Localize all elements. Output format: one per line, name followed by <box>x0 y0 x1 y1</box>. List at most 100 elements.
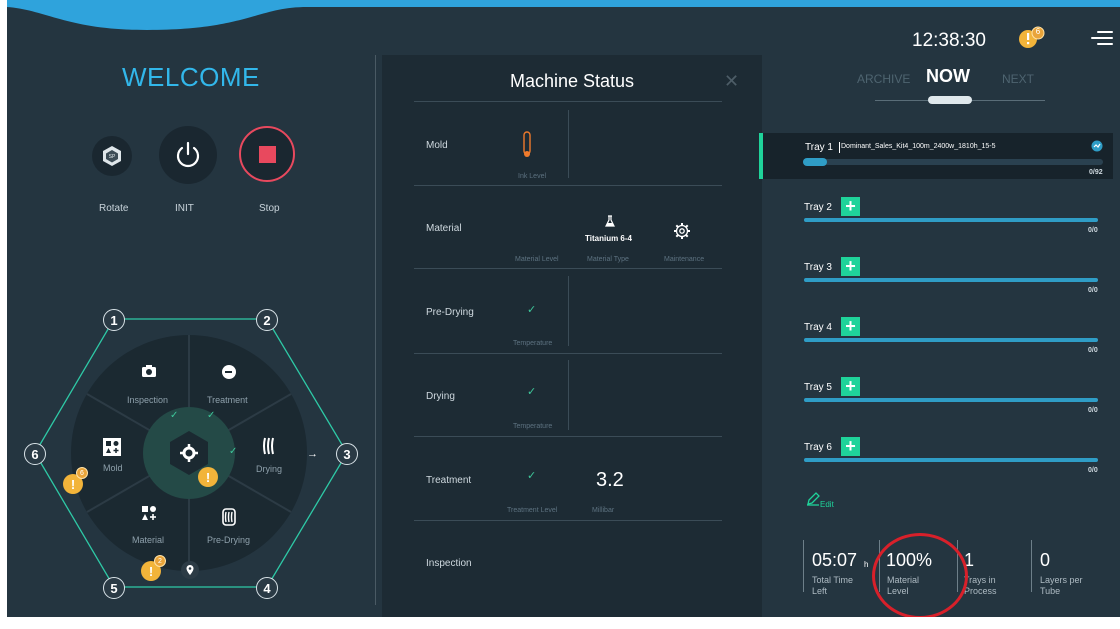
step-node-6[interactable]: 6 <box>24 443 46 465</box>
segment-material-label[interactable]: Material <box>132 535 164 545</box>
power-icon <box>176 141 200 168</box>
stat-divider <box>1031 540 1032 592</box>
segment-pre-drying-label[interactable]: Pre-Drying <box>207 535 250 545</box>
check-icon: ✓ <box>207 410 216 421</box>
tab-next[interactable]: NEXT <box>1002 72 1034 86</box>
menu-icon[interactable] <box>1089 30 1113 46</box>
step-node-5[interactable]: 5 <box>103 577 125 599</box>
camera-icon <box>142 365 156 377</box>
material-row-label: Material <box>426 223 462 234</box>
rotate-icon: SP <box>103 146 121 166</box>
mold-warning-count: 6 <box>76 467 88 479</box>
trays-in-process-label-1: Trays in <box>964 575 996 585</box>
stop-icon <box>258 145 276 163</box>
tray-row: Tray 6 + 0/0 <box>802 434 1100 474</box>
treatment-row-label: Treatment <box>426 475 472 486</box>
close-icon[interactable]: ✕ <box>724 71 739 92</box>
tray-count: 0/0 <box>1088 227 1098 234</box>
tray-1-card[interactable]: Tray 1 Dominant_Sales_Kit4_100m_2400w_18… <box>759 133 1113 179</box>
tray-count: 0/0 <box>1088 347 1098 354</box>
time-left-label-1: Total Time <box>812 575 854 585</box>
step-node-3[interactable]: 3 <box>336 443 358 465</box>
ink-level-icon <box>523 131 531 157</box>
mold-row-label: Mold <box>426 140 448 151</box>
step-node-1[interactable]: 1 <box>103 309 125 331</box>
tray-name: Tray 6 <box>804 442 832 453</box>
highlight-circle-annotation <box>872 533 968 617</box>
tray-bar <box>804 218 1098 222</box>
pencil-icon[interactable] <box>806 492 820 506</box>
pre-drying-temperature-label: Temperature <box>513 340 553 347</box>
clock: 12:38:30 <box>912 30 986 51</box>
tray-1-progress-fill <box>803 158 827 166</box>
tray-row: Tray 5 + 0/0 <box>802 374 1100 414</box>
add-tray-6-button[interactable]: + <box>841 437 860 456</box>
tab-now[interactable]: NOW <box>926 66 970 87</box>
stop-button[interactable] <box>239 126 295 182</box>
add-tray-4-button[interactable]: + <box>841 317 860 336</box>
segment-mold-label[interactable]: Mold <box>103 463 123 473</box>
segment-inspection-label[interactable]: Inspection <box>127 395 168 405</box>
ink-level-label: Ink Level <box>518 173 547 180</box>
treatment-pressure-unit: Millibar <box>592 507 615 514</box>
tray-name: Tray 3 <box>804 262 832 273</box>
treatment-pressure-value: 3.2 <box>596 469 624 491</box>
warning-icon[interactable]: ! <box>198 467 218 487</box>
stat-divider <box>803 540 804 592</box>
material-icon <box>142 506 156 520</box>
segment-drying-label[interactable]: Drying <box>256 464 282 474</box>
time-left-value: 05:07 <box>812 550 858 570</box>
gear-icon[interactable] <box>673 222 691 240</box>
tray-1-cursor <box>839 142 840 153</box>
app-screen: WELCOME SP Rotate INIT Stop 1 2 3 4 5 6 … <box>7 0 1120 617</box>
init-label: INIT <box>175 203 194 214</box>
mold-icon <box>103 438 121 456</box>
location-pin-icon[interactable] <box>180 560 200 580</box>
drying-row-label: Drying <box>426 391 455 402</box>
segment-treatment-label[interactable]: Treatment <box>207 395 248 405</box>
tray-bar <box>804 398 1098 402</box>
material-warning-count: 2 <box>154 555 166 567</box>
alert-bell-icon[interactable] <box>1017 26 1047 50</box>
add-tray-3-button[interactable]: + <box>841 257 860 276</box>
time-left-label-2: Left <box>812 586 828 596</box>
step-node-2[interactable]: 2 <box>256 309 278 331</box>
tray-count: 0/0 <box>1088 467 1098 474</box>
material-type-label: Material Type <box>587 256 629 263</box>
tray-bar <box>804 338 1098 342</box>
tray-bar <box>804 278 1098 282</box>
drying-check-icon: ✓ <box>527 386 537 398</box>
tray-row: Tray 4 + 0/0 <box>802 314 1100 354</box>
machine-status-title: Machine Status <box>509 71 635 91</box>
init-button[interactable] <box>159 126 217 184</box>
pre-drying-check-icon: ✓ <box>527 304 537 316</box>
layers-per-tube-value: 0 <box>1040 550 1051 570</box>
rotate-button[interactable]: SP <box>92 136 132 176</box>
tab-archive[interactable]: ARCHIVE <box>857 72 910 86</box>
edit-link[interactable]: Edit <box>820 500 834 509</box>
svg-text:SP: SP <box>109 154 116 160</box>
tray-count: 0/0 <box>1088 287 1098 294</box>
tray-name: Tray 5 <box>804 382 832 393</box>
tray-1-name: Tray 1 <box>805 142 833 153</box>
tray-name: Tray 4 <box>804 322 832 333</box>
top-wave-decoration <box>7 0 1120 30</box>
material-level-label: Material Level <box>515 256 559 263</box>
pre-drying-row-label: Pre-Drying <box>426 307 474 318</box>
tray-row: Tray 2 + 0/0 <box>802 194 1100 234</box>
tray-1-job-name: Dominant_Sales_Kit4_100m_2400w_1810h_15-… <box>841 143 996 150</box>
add-tray-5-button[interactable]: + <box>841 377 860 396</box>
machine-status-panel: Machine Status ✕ Mold Ink Level Material… <box>382 55 762 617</box>
pre-drying-icon <box>222 508 236 526</box>
tray-1-progress-track <box>803 159 1103 165</box>
add-tray-2-button[interactable]: + <box>841 197 860 216</box>
step-node-4[interactable]: 4 <box>256 577 278 599</box>
panel-divider <box>375 55 376 605</box>
maintenance-label: Maintenance <box>664 256 705 263</box>
inspection-row-label: Inspection <box>426 558 472 569</box>
tray-name: Tray 2 <box>804 202 832 213</box>
material-type-value: Titanium 6-4 <box>585 234 632 243</box>
tray-count: 0/0 <box>1088 407 1098 414</box>
arrow-right-icon: → <box>307 448 318 460</box>
stop-label: Stop <box>259 203 280 214</box>
